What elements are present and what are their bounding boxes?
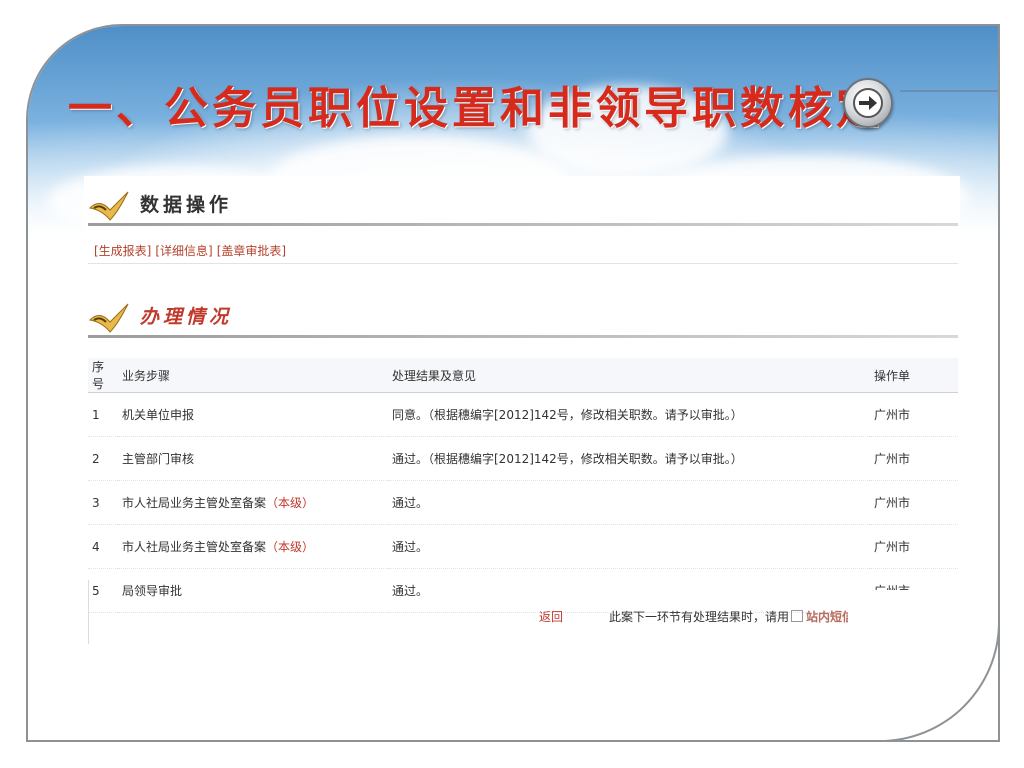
level-badge: （本级） bbox=[266, 540, 315, 554]
row-result: 通过。（根据穗编字[2012]142号，修改相关职数。请予以审批。） bbox=[388, 436, 870, 481]
title-rule bbox=[900, 90, 998, 92]
table-header-row: 序号 业务步骤 处理结果及意见 操作单 bbox=[88, 358, 958, 393]
section-rule bbox=[88, 335, 958, 338]
row-unit: 广州市 bbox=[870, 392, 958, 437]
pen-check-icon bbox=[88, 302, 136, 338]
slide-frame: 一、公务员职位设置和非领导职数核定 数据操作 [生成报表] [详细信息] [盖章审批… bbox=[26, 24, 1000, 742]
row-result: 同意。（根据穗编字[2012]142号，修改相关职数。请予以审批。） bbox=[388, 392, 870, 437]
row-result: 通过。 bbox=[388, 480, 870, 525]
table-row: 2 主管部门审核 通过。（根据穗编字[2012]142号，修改相关职数。请予以审… bbox=[88, 436, 958, 481]
level-badge: （本级） bbox=[266, 496, 315, 510]
sms-checkbox[interactable] bbox=[791, 610, 804, 622]
table-row: 4 市人社局业务主管处室备案（本级） 通过。 广州市 bbox=[88, 524, 958, 569]
pen-check-icon bbox=[88, 190, 136, 226]
row-result: 通过。 bbox=[388, 524, 870, 569]
table-row: 1 机关单位申报 同意。（根据穗编字[2012]142号，修改相关职数。请予以审… bbox=[88, 392, 958, 437]
row-step: 市人社局业务主管处室备案（本级） bbox=[118, 480, 388, 525]
notify-message: 此案下一环节有处理结果时，请用站内短信 手 bbox=[609, 608, 887, 625]
col-step: 业务步骤 bbox=[118, 358, 388, 393]
row-unit: 广州市 bbox=[870, 524, 958, 569]
slide-title: 一、公务员职位设置和非领导职数核定 bbox=[68, 83, 884, 134]
table-row: 3 市人社局业务主管处室备案（本级） 通过。 广州市 bbox=[88, 480, 958, 525]
arrow-right-icon bbox=[853, 88, 883, 118]
col-unit: 操作单 bbox=[870, 358, 958, 393]
ops-link-bar: [生成报表] [详细信息] [盖章审批表] bbox=[88, 238, 958, 264]
section-progress-title: 办理情况 bbox=[140, 306, 233, 328]
row-no: 4 bbox=[88, 524, 118, 569]
next-arrow-button[interactable] bbox=[843, 78, 893, 128]
detail-info-link[interactable]: [详细信息] bbox=[155, 244, 212, 258]
section-rule bbox=[88, 223, 958, 226]
row-unit: 广州市 bbox=[870, 480, 958, 525]
section-progress-header: 办理情况 bbox=[88, 298, 958, 338]
section-ops-title: 数据操作 bbox=[140, 194, 233, 216]
back-link[interactable]: 返回 bbox=[539, 608, 563, 625]
seal-approval-link[interactable]: [盖章审批表] bbox=[217, 244, 286, 258]
progress-table: 序号 业务步骤 处理结果及意见 操作单 1 机关单位申报 同意。（根据穗编字[2… bbox=[88, 358, 958, 613]
row-no: 3 bbox=[88, 480, 118, 525]
col-result: 处理结果及意见 bbox=[388, 358, 870, 393]
sms-option-label: 站内短信 bbox=[806, 610, 855, 624]
row-unit: 广州市 bbox=[870, 436, 958, 481]
row-no: 1 bbox=[88, 392, 118, 437]
action-footer: 返回 此案下一环节有处理结果时，请用站内短信 手 bbox=[88, 580, 958, 644]
col-no: 序号 bbox=[88, 358, 118, 393]
row-step: 机关单位申报 bbox=[118, 392, 388, 437]
section-ops-header: 数据操作 bbox=[88, 186, 958, 226]
frame-corner bbox=[848, 590, 998, 740]
row-no: 2 bbox=[88, 436, 118, 481]
row-step: 主管部门审核 bbox=[118, 436, 388, 481]
row-step: 市人社局业务主管处室备案（本级） bbox=[118, 524, 388, 569]
content-panel: 数据操作 [生成报表] [详细信息] [盖章审批表] 办理情况 序号 业务步骤 处理… bbox=[84, 176, 960, 644]
generate-report-link[interactable]: [生成报表] bbox=[94, 244, 151, 258]
